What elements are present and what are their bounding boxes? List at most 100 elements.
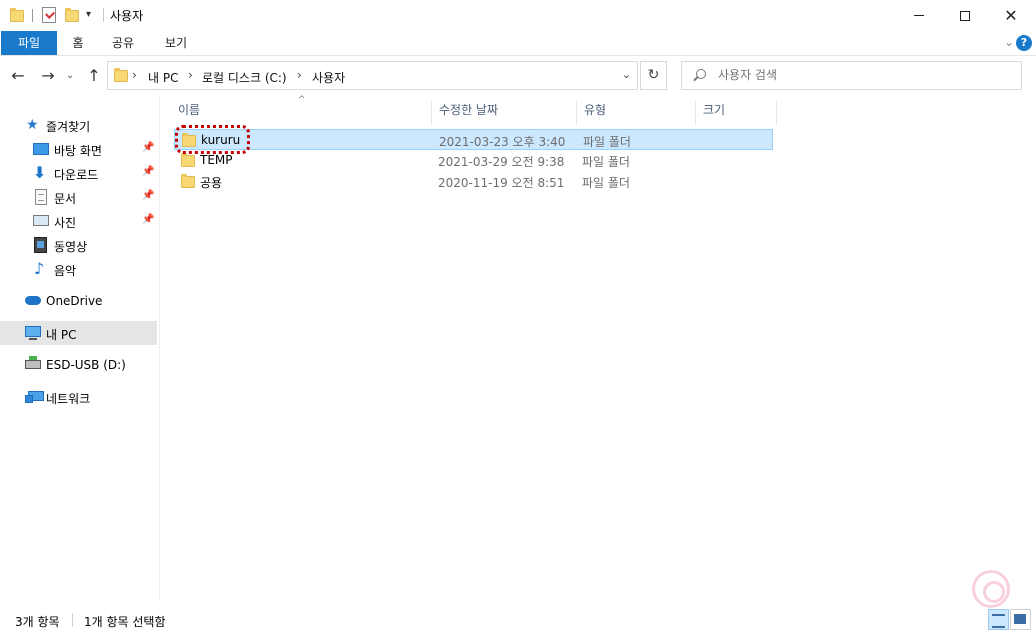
nav-pictures[interactable]: 사진 📌 <box>0 209 157 233</box>
column-header-type[interactable]: 유형 <box>578 101 696 125</box>
breadcrumb-users[interactable]: 사용자 <box>312 69 345 86</box>
title-bar: ▾ 사용자 ✕ <box>0 0 1036 31</box>
music-icon: ♪ <box>34 259 45 278</box>
expand-ribbon-icon[interactable]: ⌄ <box>1004 35 1014 49</box>
network-icon <box>25 391 44 403</box>
maximize-icon <box>960 10 970 21</box>
back-button[interactable]: ← <box>8 66 28 86</box>
breadcrumb-separator[interactable]: › <box>188 68 193 82</box>
breadcrumb-separator[interactable]: › <box>132 68 137 82</box>
quick-access-dropdown-icon[interactable]: ▾ <box>86 9 91 20</box>
refresh-button[interactable]: ↻ <box>640 61 667 90</box>
file-name: TEMP <box>200 153 233 167</box>
divider <box>72 613 73 627</box>
address-bar[interactable]: › 내 PC › 로컬 디스크 (C:) › 사용자 ⌄ <box>107 61 638 90</box>
window-title: 사용자 <box>110 9 144 23</box>
nav-label: 음악 <box>54 264 77 278</box>
file-type: 파일 폴더 <box>582 155 630 169</box>
breadcrumb-local-disk[interactable]: 로컬 디스크 (C:) <box>202 69 287 86</box>
download-icon: ⬇ <box>33 163 47 182</box>
breadcrumb-this-pc[interactable]: 내 PC <box>148 69 178 86</box>
folder-icon <box>114 68 128 82</box>
nav-onedrive[interactable]: OneDrive <box>0 289 157 313</box>
close-button[interactable]: ✕ <box>988 0 1034 31</box>
minimize-button[interactable] <box>896 0 942 31</box>
folder-icon <box>10 7 24 23</box>
file-row[interactable]: TEMP 2021-03-29 오전 9:38 파일 폴더 <box>174 150 773 171</box>
divider <box>32 9 33 22</box>
breadcrumb-separator[interactable]: › <box>297 68 302 82</box>
properties-icon[interactable] <box>42 7 56 23</box>
tab-home[interactable]: 홈 <box>60 31 96 55</box>
highlight-annotation <box>175 125 250 154</box>
forward-button[interactable]: → <box>38 66 58 86</box>
file-date: 2021-03-29 오전 9:38 <box>438 155 565 169</box>
column-header-size[interactable]: 크기 <box>697 101 777 125</box>
help-icon[interactable]: ? <box>1016 35 1032 51</box>
nav-music[interactable]: ♪ 음악 <box>0 257 157 281</box>
details-view-button[interactable] <box>988 609 1009 630</box>
computer-icon <box>25 326 41 340</box>
watermark-logo <box>972 570 1010 608</box>
file-list: ^ 이름 수정한 날짜 유형 크기 kururu 2021-03-23 오후 3… <box>160 95 1036 600</box>
nav-this-pc[interactable]: 내 PC <box>0 321 157 345</box>
file-date: 2020-11-19 오전 8:51 <box>438 176 565 190</box>
navigation-bar: ← → ⌄ ↑ › 내 PC › 로컬 디스크 (C:) › 사용자 ⌄ ↻ <box>0 57 1036 95</box>
nav-label: 바탕 화면 <box>54 144 102 158</box>
file-date: 2021-03-23 오후 3:40 <box>439 135 566 149</box>
folder-icon <box>181 153 195 167</box>
pin-icon[interactable]: 📌 <box>142 166 154 177</box>
recent-locations-icon[interactable]: ⌄ <box>66 66 74 86</box>
maximize-button[interactable] <box>942 0 988 31</box>
column-header-name[interactable]: 이름 <box>172 101 432 125</box>
nav-label: 네트워크 <box>46 392 91 406</box>
nav-label: 다운로드 <box>54 168 99 182</box>
refresh-icon: ↻ <box>647 67 660 83</box>
ribbon: 파일 홈 공유 보기 ⌄ ? <box>0 31 1036 56</box>
file-type: 파일 폴더 <box>582 176 630 190</box>
desktop-icon <box>33 143 49 155</box>
nav-label: 즐겨찾기 <box>46 120 91 134</box>
nav-videos[interactable]: 동영상 <box>0 233 157 257</box>
nav-label: ESD-USB (D:) <box>46 358 126 372</box>
search-icon <box>696 69 706 79</box>
nav-quick-access[interactable]: ★ 즐겨찾기 <box>0 113 157 137</box>
new-folder-icon[interactable] <box>65 7 79 23</box>
tab-file[interactable]: 파일 <box>1 31 57 55</box>
divider <box>103 8 104 22</box>
tab-share[interactable]: 공유 <box>102 31 144 55</box>
status-bar: 3개 항목 1개 항목 선택함 <box>0 600 1036 634</box>
close-icon: ✕ <box>1004 5 1018 25</box>
tab-view[interactable]: 보기 <box>155 31 197 55</box>
search-input[interactable] <box>718 68 998 82</box>
item-count: 3개 항목 <box>15 615 60 629</box>
minimize-icon <box>914 15 924 16</box>
star-icon: ★ <box>26 117 39 133</box>
nav-label: 동영상 <box>54 240 88 254</box>
column-header-date[interactable]: 수정한 날짜 <box>433 101 577 125</box>
nav-label: 문서 <box>54 192 77 206</box>
search-box[interactable] <box>681 61 1022 90</box>
pin-icon[interactable]: 📌 <box>142 142 154 153</box>
large-icons-view-button[interactable] <box>1010 609 1031 630</box>
file-row[interactable]: kururu 2021-03-23 오후 3:40 파일 폴더 <box>174 129 773 150</box>
file-row[interactable]: 공용 2020-11-19 오전 8:51 파일 폴더 <box>174 171 773 192</box>
documents-icon <box>35 189 47 205</box>
pin-icon[interactable]: 📌 <box>142 190 154 201</box>
file-type: 파일 폴더 <box>583 135 631 149</box>
pin-icon[interactable]: 📌 <box>142 214 154 225</box>
cloud-icon <box>25 296 41 305</box>
nav-downloads[interactable]: ⬇ 다운로드 📌 <box>0 161 157 185</box>
videos-icon <box>34 237 47 253</box>
address-dropdown-icon[interactable]: ⌄ <box>622 68 631 81</box>
nav-network[interactable]: 네트워크 <box>0 385 157 409</box>
file-name: 공용 <box>200 176 223 190</box>
nav-usb-drive[interactable]: ESD-USB (D:) <box>0 353 157 377</box>
nav-desktop[interactable]: 바탕 화면 📌 <box>0 137 157 161</box>
nav-documents[interactable]: 문서 📌 <box>0 185 157 209</box>
pictures-icon <box>33 215 49 226</box>
nav-label: 사진 <box>54 216 77 230</box>
up-button[interactable]: ↑ <box>84 66 104 86</box>
usb-drive-icon <box>25 356 41 369</box>
navigation-pane: ★ 즐겨찾기 바탕 화면 📌 ⬇ 다운로드 📌 문서 📌 사진 📌 동영상 ♪ … <box>0 95 160 600</box>
